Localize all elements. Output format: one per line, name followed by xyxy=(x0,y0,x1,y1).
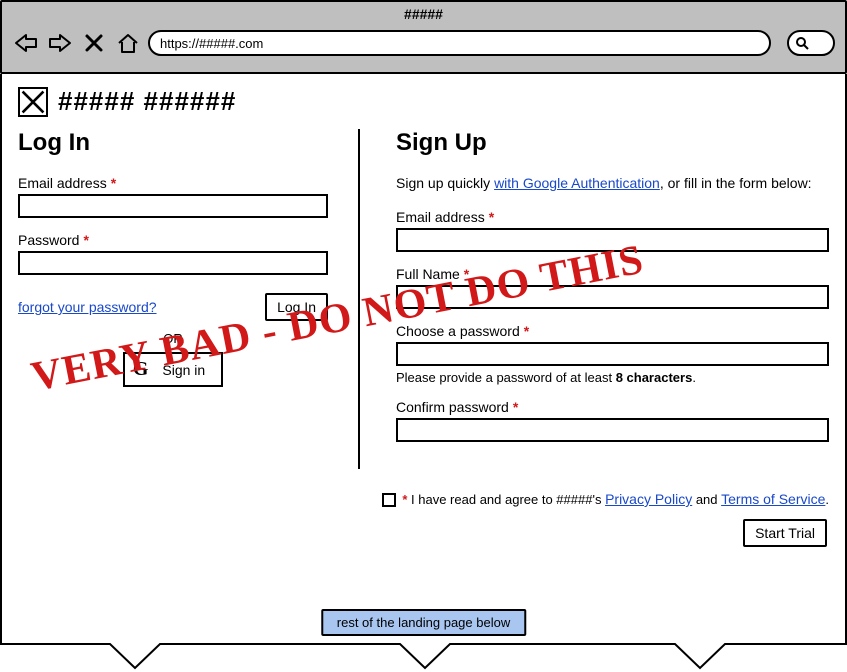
stop-button[interactable] xyxy=(80,31,108,55)
search-pill[interactable] xyxy=(787,30,835,56)
signup-heading: Sign Up xyxy=(396,129,829,157)
required-star: * xyxy=(111,175,116,191)
signup-fullname-input[interactable] xyxy=(396,285,829,309)
required-star: * xyxy=(513,399,518,415)
google-auth-link[interactable]: with Google Authentication xyxy=(494,175,660,191)
consent-row: * I have read and agree to #####'s Priva… xyxy=(18,491,829,507)
forward-button[interactable] xyxy=(46,31,74,55)
brand-name: ##### ###### xyxy=(58,86,236,117)
google-signin-label: Sign in xyxy=(162,362,205,378)
signup-section: Sign Up Sign up quickly with Google Auth… xyxy=(358,129,829,469)
login-section: Log In Email address * Password * forgot… xyxy=(18,129,358,469)
required-star: * xyxy=(464,266,469,282)
forgot-password-link[interactable]: forgot your password? xyxy=(18,299,157,315)
signup-intro: Sign up quickly with Google Authenticati… xyxy=(396,175,829,191)
start-trial-button[interactable]: Start Trial xyxy=(743,519,827,547)
brand-logo xyxy=(18,87,48,117)
google-signin-button[interactable]: G Sign in xyxy=(123,352,223,387)
password-help-text: Please provide a password of at least 8 … xyxy=(396,370,829,385)
signup-password-input[interactable] xyxy=(396,342,829,366)
google-icon: G xyxy=(133,358,149,381)
login-submit-button[interactable]: Log In xyxy=(265,293,328,321)
signup-email-input[interactable] xyxy=(396,228,829,252)
browser-chrome: ##### https://#####.com xyxy=(0,0,847,74)
login-password-label: Password xyxy=(18,232,79,248)
url-bar[interactable]: https://#####.com xyxy=(148,30,771,56)
privacy-policy-link[interactable]: Privacy Policy xyxy=(605,491,692,507)
brand-row: ##### ###### xyxy=(18,86,829,117)
signup-email-label: Email address xyxy=(396,209,485,225)
login-password-input[interactable] xyxy=(18,251,328,275)
login-heading: Log In xyxy=(18,129,328,157)
terms-of-service-link[interactable]: Terms of Service xyxy=(721,491,825,507)
login-email-label: Email address xyxy=(18,175,107,191)
url-text: https://#####.com xyxy=(160,36,263,51)
required-star: * xyxy=(524,323,529,339)
signup-confirm-password-input[interactable] xyxy=(396,418,829,442)
signup-confirmpw-label: Confirm password xyxy=(396,399,509,415)
torn-edge-decoration xyxy=(0,642,847,672)
required-star: * xyxy=(83,232,88,248)
home-button[interactable] xyxy=(114,31,142,55)
or-divider: OR xyxy=(18,331,328,346)
signup-fullname-label: Full Name xyxy=(396,266,460,282)
required-star: * xyxy=(489,209,494,225)
login-email-input[interactable] xyxy=(18,194,328,218)
window-title: ##### xyxy=(2,2,845,26)
search-icon xyxy=(795,36,809,50)
consent-checkbox[interactable] xyxy=(382,493,396,507)
page-content: ##### ###### Log In Email address * Pass… xyxy=(0,74,847,672)
rest-of-page-banner: rest of the landing page below xyxy=(321,609,526,636)
back-button[interactable] xyxy=(12,31,40,55)
signup-choosepw-label: Choose a password xyxy=(396,323,520,339)
browser-toolbar: https://#####.com xyxy=(2,26,845,62)
consent-text: * I have read and agree to #####'s Priva… xyxy=(402,491,829,507)
